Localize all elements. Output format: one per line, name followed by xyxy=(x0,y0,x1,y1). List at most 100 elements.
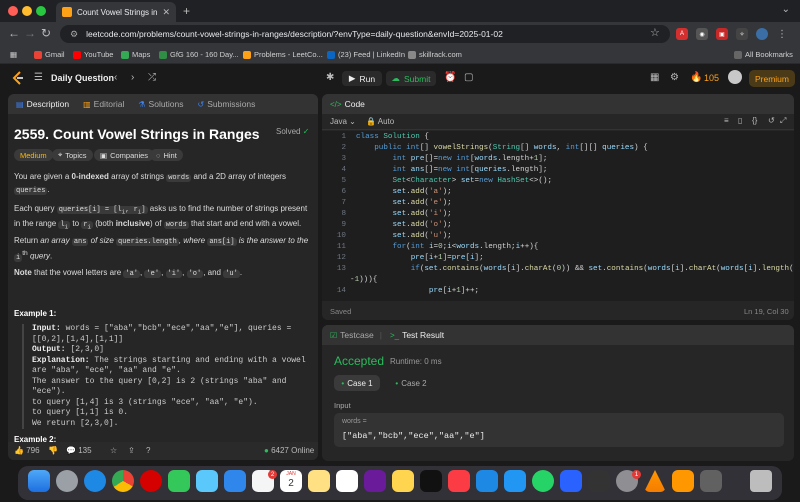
hint-chip[interactable]: ◌ Hint xyxy=(150,149,183,161)
all-bookmarks[interactable]: All Bookmarks xyxy=(734,50,793,59)
browser-menu-icon[interactable]: ⋮ xyxy=(776,28,788,40)
tab-testcase[interactable]: ☑ Testcase xyxy=(330,330,374,340)
calculator-icon[interactable] xyxy=(700,470,722,492)
debug-icon[interactable]: ✱ xyxy=(326,72,334,83)
new-tab-icon[interactable]: + xyxy=(183,4,190,18)
tab-search-icon[interactable]: ⌄ xyxy=(782,4,790,15)
minimize-window-button[interactable] xyxy=(22,6,32,16)
podcasts-icon[interactable] xyxy=(364,470,386,492)
run-button[interactable]: ▶ Run xyxy=(342,71,382,86)
preview-icon[interactable] xyxy=(504,470,526,492)
autocomplete-toggle[interactable]: 🔒 Auto xyxy=(366,117,394,126)
maximize-window-button[interactable] xyxy=(36,6,46,16)
messages-icon[interactable] xyxy=(168,470,190,492)
bookmark-gmail[interactable]: Gmail xyxy=(34,50,65,59)
safari-icon[interactable] xyxy=(84,470,106,492)
layout-grid-icon[interactable]: ▦ xyxy=(650,72,659,83)
vlc-icon[interactable] xyxy=(644,470,666,492)
browser-tab[interactable]: Count Vowel Strings in Ranges ✕ xyxy=(56,2,176,22)
extension-icon[interactable]: ◉ xyxy=(696,28,708,40)
notes-icon[interactable] xyxy=(392,470,414,492)
fullscreen-icon[interactable]: ⤢ xyxy=(780,116,786,126)
tab-test-result[interactable]: >_ Test Result xyxy=(390,330,444,340)
settings-gear-icon[interactable]: ⚙ xyxy=(670,72,679,83)
xcode-icon[interactable] xyxy=(560,470,582,492)
bookmark-icon[interactable]: ▯ xyxy=(738,116,742,125)
param-name: words = xyxy=(342,418,367,425)
music-icon[interactable] xyxy=(448,470,470,492)
tab-code[interactable]: </> Code xyxy=(330,99,365,109)
bookmark-linkedin[interactable]: (23) Feed | LinkedIn xyxy=(327,50,405,59)
topics-chip[interactable]: ⌖ Topics xyxy=(52,149,93,161)
bookmark-maps[interactable]: Maps xyxy=(121,50,150,59)
prev-problem-icon[interactable]: ‹ xyxy=(114,72,117,83)
reminders-icon[interactable]: 2 xyxy=(252,470,277,492)
chrome-icon[interactable] xyxy=(112,470,134,492)
premium-button[interactable]: Premium xyxy=(749,70,795,87)
dislike-icon[interactable]: 👎 xyxy=(48,446,58,455)
reload-icon[interactable]: ↻ xyxy=(41,26,51,40)
shuffle-icon[interactable]: ⤮ xyxy=(148,72,156,83)
photos-icon[interactable] xyxy=(336,470,358,492)
extension-red-icon[interactable]: ▣ xyxy=(716,28,728,40)
linkedin-icon xyxy=(327,50,335,59)
favorite-star-icon[interactable]: ☆ xyxy=(110,446,117,455)
notes-icon[interactable]: ▢ xyxy=(464,72,473,83)
next-problem-icon[interactable]: › xyxy=(131,72,134,83)
address-bar[interactable]: ⚙ leetcode.com/problems/count-vowel-stri… xyxy=(60,25,670,43)
leetcode-logo-icon[interactable] xyxy=(12,71,24,85)
reset-icon[interactable]: ↺ xyxy=(768,116,775,125)
case-2-tab[interactable]: • Case 2 xyxy=(388,375,434,391)
tab-description[interactable]: ▤ Description xyxy=(16,99,69,109)
avatar[interactable] xyxy=(728,70,742,84)
companies-chip[interactable]: ▣ Companies xyxy=(94,149,155,161)
timer-icon[interactable]: ⏰ xyxy=(444,72,456,83)
tab-editorial[interactable]: ▥ Editorial xyxy=(83,99,124,109)
calendar-icon[interactable]: JAN 2 xyxy=(280,470,302,492)
facetime-icon[interactable] xyxy=(196,470,218,492)
bookmark-star-icon[interactable]: ☆ xyxy=(650,26,660,39)
code-editor[interactable]: 1 class Solution { 2 public int[] vowelSt… xyxy=(322,131,794,301)
bookmark-leetcode[interactable]: Problems - LeetCo... xyxy=(243,50,323,59)
tab-submissions[interactable]: ↺ Submissions xyxy=(198,99,256,109)
mail-icon[interactable] xyxy=(224,470,246,492)
close-tab-icon[interactable]: ✕ xyxy=(162,7,170,18)
launchpad-icon[interactable] xyxy=(56,470,78,492)
comments-button[interactable]: 💬 135 xyxy=(66,446,92,455)
format-icon[interactable]: ≡ xyxy=(724,116,729,125)
case-1-tab[interactable]: • Case 1 xyxy=(334,375,380,391)
notes-app-icon[interactable] xyxy=(308,470,330,492)
bookmark-skillrack[interactable]: skillrack.com xyxy=(408,50,462,59)
share-icon[interactable]: ⇪ xyxy=(128,446,135,455)
trash-icon[interactable] xyxy=(750,470,772,492)
apps-grid-icon[interactable]: ▦ xyxy=(10,50,17,59)
braces-icon[interactable]: {} xyxy=(752,116,757,125)
tab-solutions[interactable]: ⚗ Solutions xyxy=(138,99,183,109)
finder-icon[interactable] xyxy=(28,470,50,492)
forward-icon[interactable]: → xyxy=(24,26,36,40)
streak-count[interactable]: 105 xyxy=(704,73,719,83)
language-select[interactable]: Java ⌄ xyxy=(330,117,356,126)
system-settings-icon[interactable]: 1 xyxy=(616,470,641,492)
submit-button[interactable]: ☁ Submit xyxy=(386,71,436,86)
extensions-puzzle-icon[interactable]: ✧ xyxy=(736,28,748,40)
profile-icon[interactable] xyxy=(756,28,768,40)
app-store-icon[interactable] xyxy=(476,470,498,492)
bookmark-gfg[interactable]: GfG 160 - 160 Day... xyxy=(159,50,239,59)
bookmark-youtube[interactable]: YouTube xyxy=(73,50,113,59)
terminal-app-icon[interactable] xyxy=(588,470,610,492)
daily-question-title[interactable]: Daily Question xyxy=(51,73,114,83)
close-window-button[interactable] xyxy=(8,6,18,16)
whatsapp-icon[interactable] xyxy=(532,470,554,492)
page-title[interactable]: 2559. Count Vowel Strings in Ranges xyxy=(14,126,260,142)
back-icon[interactable]: ← xyxy=(8,26,20,40)
difficulty-badge[interactable]: Medium xyxy=(14,149,53,161)
like-button[interactable]: 👍 796 xyxy=(14,446,40,455)
pages-icon[interactable] xyxy=(672,470,694,492)
site-info-icon[interactable]: ⚙ xyxy=(70,29,78,40)
opera-icon[interactable] xyxy=(140,470,162,492)
apple-tv-icon[interactable] xyxy=(420,470,442,492)
help-icon[interactable]: ? xyxy=(146,446,150,455)
adblock-extension-icon[interactable]: A xyxy=(676,28,688,40)
problem-list-icon[interactable]: ☰ xyxy=(34,72,43,83)
